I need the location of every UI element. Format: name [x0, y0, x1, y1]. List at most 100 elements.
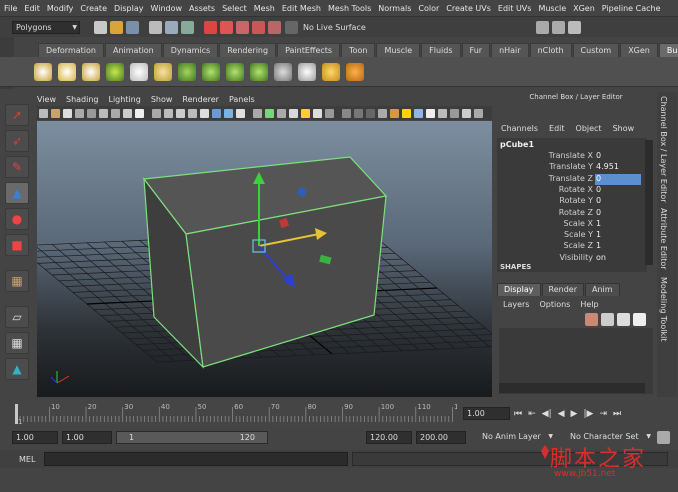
exposure-icon[interactable]	[390, 108, 399, 118]
constraint-icon[interactable]	[130, 62, 148, 81]
menu-color[interactable]: Color	[418, 4, 439, 13]
four-view-layout-icon[interactable]: ▦	[5, 332, 29, 354]
animation-end-field[interactable]: 200.00	[416, 431, 466, 444]
shelf-tab-fur[interactable]: Fur	[461, 43, 491, 57]
nail-constraint-icon[interactable]	[178, 62, 196, 81]
panel-menu-shading[interactable]: Shading	[66, 95, 99, 104]
attr-row-translate-z[interactable]: Translate Z0	[497, 173, 647, 185]
menu-normals[interactable]: Normals	[378, 4, 411, 13]
mel-label[interactable]: MEL	[19, 455, 35, 464]
field-chart-icon[interactable]	[164, 108, 173, 118]
snap-view-icon[interactable]	[252, 20, 265, 34]
active-rigid-body-icon[interactable]	[34, 62, 52, 81]
view-transform-icon[interactable]	[426, 108, 435, 118]
grease-pencil-icon[interactable]	[99, 108, 108, 118]
layer-tab-anim[interactable]: Anim	[584, 283, 620, 296]
panel-menu-show[interactable]: Show	[151, 95, 173, 104]
multisample-aa-icon[interactable]	[313, 108, 322, 118]
channel-menu-edit[interactable]: Edit	[549, 124, 565, 133]
hud-icon[interactable]	[462, 108, 471, 118]
shade-all-icon[interactable]	[224, 108, 233, 118]
attr-row-scale-x[interactable]: Scale X1	[497, 219, 647, 230]
shelf-tab-muscle[interactable]: Muscle	[376, 43, 421, 57]
attr-value-rotate-y[interactable]: 0	[595, 196, 641, 207]
attr-value-translate-y[interactable]: 4.951	[595, 162, 641, 173]
snap-point-icon[interactable]	[236, 20, 249, 34]
menu-edit-mesh[interactable]: Edit Mesh	[282, 4, 321, 13]
step-back-key-icon[interactable]: ⇤	[528, 409, 536, 419]
menu-xgen[interactable]: XGen	[573, 4, 595, 13]
bookmarks-icon[interactable]	[63, 108, 72, 118]
viewport-scene[interactable]	[37, 121, 492, 397]
safe-action-icon[interactable]	[176, 108, 185, 118]
new-layer-selected-icon[interactable]	[633, 313, 646, 326]
shelf-tab-painteffects[interactable]: PaintEffects	[277, 43, 341, 57]
mel-input[interactable]	[44, 452, 348, 466]
menu-create[interactable]: Create	[80, 4, 107, 13]
menu-edit[interactable]: Edit	[24, 4, 40, 13]
shelf-tab-fluids[interactable]: Fluids	[421, 43, 461, 57]
slider-constraint-icon[interactable]	[250, 62, 268, 81]
layer-menu-layers[interactable]: Layers	[503, 300, 529, 309]
rotate-tool-icon[interactable]: ●	[5, 208, 29, 230]
resolution-gate-icon[interactable]	[135, 108, 144, 118]
shelf-tab-ncloth[interactable]: nCloth	[529, 43, 572, 57]
textured-icon[interactable]	[253, 108, 262, 118]
shelf-tab-bullet[interactable]: Bullet	[658, 43, 678, 57]
shadows-icon[interactable]	[277, 108, 286, 118]
save-scene-icon[interactable]	[126, 20, 139, 34]
attr-value-rotate-z[interactable]: 0	[595, 208, 641, 219]
depth-of-field-icon[interactable]	[325, 108, 334, 118]
menu-modify[interactable]: Modify	[47, 4, 74, 13]
panel-menu-lighting[interactable]: Lighting	[108, 95, 140, 104]
poly-cube[interactable]	[142, 156, 388, 369]
play-bullet-icon[interactable]	[346, 62, 364, 81]
open-scene-icon[interactable]	[110, 20, 123, 34]
shelf-tab-custom[interactable]: Custom	[572, 43, 620, 57]
shelf-tab-deformation[interactable]: Deformation	[38, 43, 104, 57]
move-layer-icon[interactable]	[585, 313, 598, 326]
attr-value-translate-z[interactable]: 0	[595, 173, 641, 185]
new-empty-layer-icon[interactable]	[617, 313, 630, 326]
passive-rigid-body-icon[interactable]	[58, 62, 76, 81]
shelf-tab-toon[interactable]: Toon	[341, 43, 376, 57]
ambient-occlusion-icon[interactable]	[474, 108, 483, 118]
gamma-icon[interactable]	[402, 108, 411, 118]
color-management-icon[interactable]	[414, 108, 423, 118]
point-constraint-icon[interactable]	[202, 62, 220, 81]
use-all-lights-icon[interactable]	[265, 108, 274, 118]
snap-surface-icon[interactable]	[268, 20, 281, 34]
lasso-tool-icon[interactable]: ➶	[5, 130, 29, 152]
attr-value-visibility[interactable]: on	[595, 253, 641, 264]
attr-row-scale-y[interactable]: Scale Y1	[497, 230, 647, 241]
wireframe-on-shaded-icon[interactable]	[236, 108, 245, 118]
rigid-body-set-icon[interactable]	[82, 62, 100, 81]
menu-display[interactable]: Display	[114, 4, 144, 13]
tab-modeling-toolkit[interactable]: Modeling Toolkit	[659, 277, 668, 341]
attr-row-translate-x[interactable]: Translate X0	[497, 151, 647, 162]
menu-set-dropdown[interactable]: Polygons	[12, 20, 80, 34]
xray-joints-icon[interactable]	[366, 108, 375, 118]
attr-value-scale-z[interactable]: 1	[595, 241, 641, 252]
perspective-viewport[interactable]	[37, 121, 492, 397]
shelf-tab-dynamics[interactable]: Dynamics	[162, 43, 219, 57]
screen-space-ao-icon[interactable]	[289, 108, 298, 118]
snap-grid-icon[interactable]	[204, 20, 217, 34]
grid-icon[interactable]	[111, 108, 120, 118]
step-back-frame-icon[interactable]: ◀|	[542, 409, 552, 419]
layer-tab-display[interactable]: Display	[497, 283, 541, 296]
tab-attribute-editor[interactable]: Attribute Editor	[659, 208, 668, 270]
select-object-icon[interactable]	[165, 20, 178, 34]
play-forwards-icon[interactable]: ▶	[571, 409, 578, 419]
panel-menu-panels[interactable]: Panels	[229, 95, 255, 104]
attr-row-rotate-y[interactable]: Rotate Y0	[497, 196, 647, 207]
channel-menu-channels[interactable]: Channels	[501, 124, 538, 133]
2d-pan-zoom-icon[interactable]	[87, 108, 96, 118]
ipr-render-icon[interactable]	[551, 20, 565, 34]
scale-tool-icon[interactable]: ■	[5, 234, 29, 256]
snap-curve-icon[interactable]	[220, 20, 233, 34]
safe-title-icon[interactable]	[188, 108, 197, 118]
frame-selected-icon[interactable]	[450, 108, 459, 118]
select-component-icon[interactable]	[181, 20, 194, 34]
shelf-tab-xgen[interactable]: XGen	[620, 43, 658, 57]
